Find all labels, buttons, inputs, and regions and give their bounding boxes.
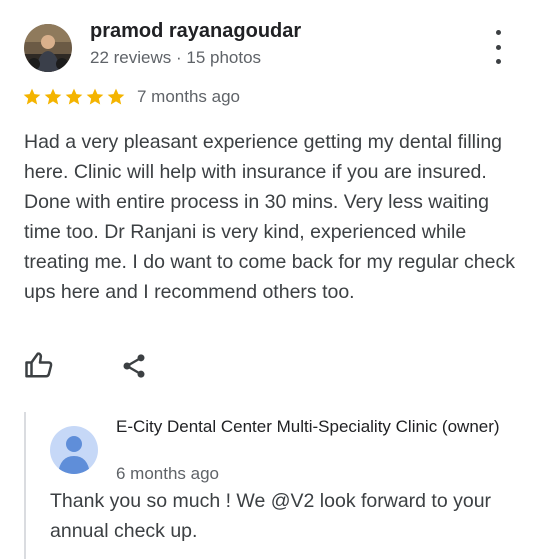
reviewer-photo xyxy=(24,24,72,72)
owner-avatar xyxy=(50,426,98,474)
star-rating xyxy=(22,87,127,107)
owner-reply-text: Thank you so much ! We @V2 look forward … xyxy=(50,490,492,542)
share-icon xyxy=(123,354,145,378)
more-vert-icon-dot xyxy=(495,44,501,50)
review-date: 7 months ago xyxy=(137,87,241,106)
review-text: Had a very pleasant experience getting m… xyxy=(24,131,515,303)
more-vert-icon-dot xyxy=(495,30,501,35)
star-icon xyxy=(44,88,62,105)
like-button[interactable] xyxy=(24,350,54,380)
reviewer-avatar[interactable] xyxy=(24,24,72,72)
star-icon xyxy=(65,88,83,105)
more-options-button[interactable] xyxy=(486,30,510,64)
star-icon xyxy=(107,88,125,105)
more-vert-icon-dot xyxy=(495,59,501,64)
owner-name[interactable]: E-City Dental Center Multi-Speciality Cl… xyxy=(116,416,516,437)
person-icon xyxy=(58,436,90,474)
star-icon xyxy=(86,88,104,105)
reviewer-meta: 22 reviews · 15 photos xyxy=(90,48,262,67)
owner-reply-date: 6 months ago xyxy=(116,464,220,483)
reply-divider xyxy=(24,412,26,559)
share-button[interactable] xyxy=(120,352,148,380)
reviewer-name[interactable]: pramod rayanagoudar xyxy=(90,20,301,43)
thumb-up-icon xyxy=(25,352,53,378)
star-icon xyxy=(23,88,41,105)
rating-row: 7 months ago xyxy=(22,87,240,107)
